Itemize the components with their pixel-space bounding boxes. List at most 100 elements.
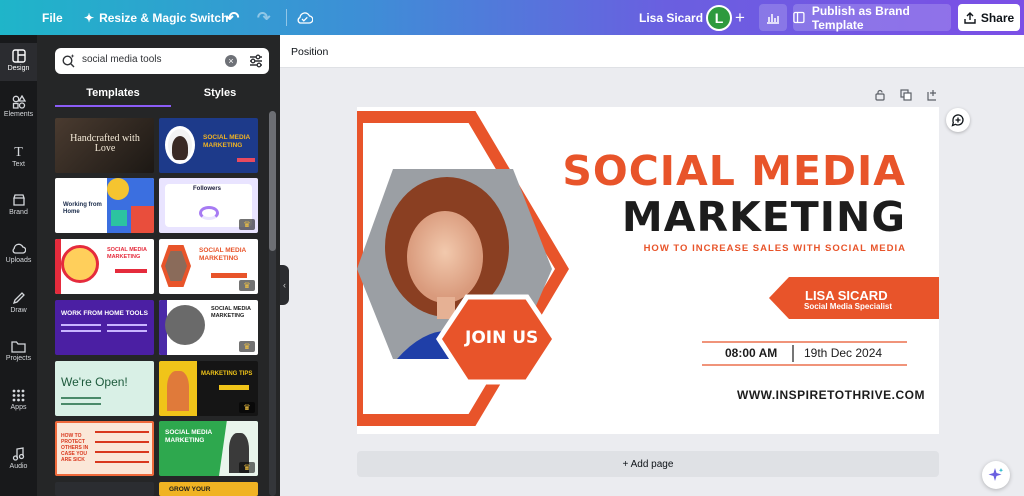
lock-icon[interactable] bbox=[874, 89, 886, 101]
template-thumbnail[interactable]: Working from Home bbox=[55, 178, 154, 233]
redo-icon[interactable]: ↷ bbox=[257, 0, 270, 35]
crown-icon: ♛ bbox=[239, 462, 255, 473]
position-button[interactable]: Position bbox=[291, 46, 328, 58]
share-button[interactable]: Share bbox=[958, 4, 1020, 31]
template-icon bbox=[793, 11, 805, 24]
design-join-label[interactable]: JOIN US bbox=[465, 328, 538, 348]
rail-item-projects[interactable]: Projects bbox=[0, 340, 37, 362]
sparkle-icon: ✦ bbox=[84, 10, 95, 25]
sparkle-icon bbox=[988, 468, 1004, 481]
template-text: Handcrafted with Love bbox=[70, 133, 140, 154]
pen-icon bbox=[12, 292, 25, 305]
template-thumbnail[interactable]: We're Open! bbox=[55, 361, 154, 416]
tab-templates[interactable]: Templates bbox=[55, 87, 171, 107]
share-label: Share bbox=[980, 10, 1015, 25]
template-thumbnail[interactable]: SOCIAL MEDIA MARKETING ♛ bbox=[159, 300, 258, 355]
comment-add-button[interactable] bbox=[946, 108, 970, 132]
rail-label: Apps bbox=[10, 404, 27, 411]
rail-item-audio[interactable]: Audio bbox=[0, 447, 37, 470]
template-text: We're Open! bbox=[61, 375, 128, 389]
template-text: MARKETING TIPS bbox=[201, 371, 253, 377]
rail-item-draw[interactable]: Draw bbox=[0, 291, 37, 314]
template-thumbnail[interactable]: SOCIAL MEDIA MARKETING ♛ bbox=[159, 421, 258, 476]
user-name[interactable]: Lisa Sicard bbox=[639, 0, 703, 35]
avatar[interactable]: L bbox=[706, 5, 732, 31]
folder-icon bbox=[11, 341, 26, 353]
template-text: SOCIAL MEDIA MARKETING bbox=[211, 306, 251, 319]
template-text: HOW TO PROTECT OTHERS IN CASE YOU ARE SI… bbox=[61, 433, 89, 463]
design-speaker-role[interactable]: Social Media Specialist bbox=[804, 302, 892, 311]
collapse-panel-button[interactable]: ‹ bbox=[280, 265, 289, 305]
design-subtitle[interactable]: HOW TO INCREASE SALES WITH SOCIAL MEDIA bbox=[644, 243, 906, 254]
add-page-button[interactable]: + Add page bbox=[357, 451, 939, 477]
panel-tabs: Templates Styles bbox=[55, 87, 271, 107]
rail-item-elements[interactable]: Elements bbox=[0, 95, 37, 118]
template-thumbnail[interactable]: SOCIAL MEDIA MARKETING bbox=[159, 118, 258, 173]
brand-icon bbox=[12, 194, 25, 206]
toolbar-divider bbox=[286, 9, 287, 26]
rail-label: Design bbox=[7, 65, 30, 72]
undo-icon[interactable]: ↶ bbox=[226, 0, 239, 35]
publish-label: Publish as Brand Template bbox=[811, 3, 910, 32]
template-thumbnail[interactable]: SOCIAL MEDIA MARKETING bbox=[55, 239, 154, 294]
rail-item-apps[interactable]: Apps bbox=[0, 389, 37, 411]
add-page-icon[interactable] bbox=[926, 89, 938, 101]
template-thumbnail[interactable]: Followers ♛ bbox=[159, 178, 258, 233]
search-box[interactable]: social media tools × bbox=[55, 48, 269, 74]
templates-panel: social media tools × Templates Styles Ha… bbox=[37, 35, 280, 496]
music-note-icon bbox=[12, 447, 25, 461]
template-text: SOCIAL MEDIA MARKETING bbox=[199, 247, 246, 262]
template-text: Working from Home bbox=[63, 202, 102, 215]
template-thumbnail[interactable]: SOCIAL MEDIA MARKETING ♛ bbox=[159, 239, 258, 294]
rail-item-brand[interactable]: Brand bbox=[0, 193, 37, 216]
rail-item-uploads[interactable]: Uploads bbox=[0, 242, 37, 264]
template-thumbnail[interactable]: WORK FROM HOME TOOLS bbox=[55, 300, 154, 355]
search-input[interactable]: social media tools bbox=[82, 54, 161, 65]
page-actions bbox=[874, 89, 938, 101]
rail-label: Text bbox=[12, 161, 25, 168]
clear-search-icon[interactable]: × bbox=[225, 55, 237, 67]
crown-icon: ♛ bbox=[239, 341, 255, 352]
rail-item-design[interactable]: Design bbox=[0, 43, 37, 81]
resize-label: Resize & Magic Switch bbox=[99, 10, 229, 25]
design-time[interactable]: 08:00 AM bbox=[725, 346, 777, 360]
crown-icon: ♛ bbox=[239, 280, 255, 291]
upload-share-icon bbox=[964, 11, 976, 24]
template-thumbnail[interactable]: MARKETING TIPS ♛ bbox=[159, 361, 258, 416]
add-collaborator-icon[interactable]: + bbox=[735, 0, 745, 35]
duplicate-page-icon[interactable] bbox=[900, 89, 912, 101]
template-thumbnail[interactable] bbox=[55, 482, 154, 496]
rail-item-text[interactable]: T Text bbox=[0, 145, 37, 168]
publish-brand-template-button[interactable]: Publish as Brand Template bbox=[793, 3, 951, 32]
comment-plus-icon bbox=[951, 114, 964, 127]
top-bar: File ✦ Resize & Magic Switch ↶ ↷ Lisa Si… bbox=[0, 0, 1024, 35]
design-title-line1[interactable]: SOCIAL MEDIA bbox=[562, 147, 906, 195]
crown-icon: ♛ bbox=[239, 219, 255, 230]
template-text: SOCIAL MEDIA MARKETING bbox=[203, 134, 250, 149]
panel-scroll-thumb[interactable] bbox=[269, 111, 276, 251]
template-text: WORK FROM HOME TOOLS bbox=[61, 310, 148, 317]
rail-label: Draw bbox=[10, 307, 27, 314]
design-canvas[interactable]: SOCIAL MEDIA MARKETING HOW TO INCREASE S… bbox=[357, 107, 939, 434]
resize-magic-switch-button[interactable]: ✦ Resize & Magic Switch bbox=[84, 0, 228, 35]
template-thumbnail[interactable]: GROW YOUR bbox=[159, 482, 258, 496]
design-date[interactable]: 19th Dec 2024 bbox=[804, 346, 882, 360]
file-menu-button[interactable]: File bbox=[42, 0, 63, 35]
filter-icon[interactable] bbox=[248, 53, 264, 69]
tab-styles[interactable]: Styles bbox=[161, 87, 279, 99]
insights-chart-button[interactable] bbox=[759, 4, 787, 31]
left-rail: Design Elements T Text Brand Uploads Dra… bbox=[0, 35, 37, 496]
design-speaker-name[interactable]: LISA SICARD bbox=[805, 288, 888, 303]
shapes-icon bbox=[12, 95, 26, 109]
editor-toolbar: Position bbox=[280, 35, 1024, 68]
magic-assistant-button[interactable] bbox=[982, 461, 1010, 489]
rail-label: Elements bbox=[3, 111, 34, 118]
crown-icon: ♛ bbox=[239, 402, 255, 413]
text-icon: T bbox=[14, 145, 23, 160]
template-thumbnail[interactable]: Handcrafted with Love bbox=[55, 118, 154, 173]
cloud-saved-icon[interactable] bbox=[296, 0, 313, 35]
design-title-line2[interactable]: MARKETING bbox=[622, 193, 906, 241]
template-thumbnail[interactable]: HOW TO PROTECT OTHERS IN CASE YOU ARE SI… bbox=[55, 421, 154, 476]
design-website[interactable]: WWW.INSPIRETOTHRIVE.COM bbox=[737, 388, 925, 402]
magic-search-icon bbox=[62, 54, 75, 68]
